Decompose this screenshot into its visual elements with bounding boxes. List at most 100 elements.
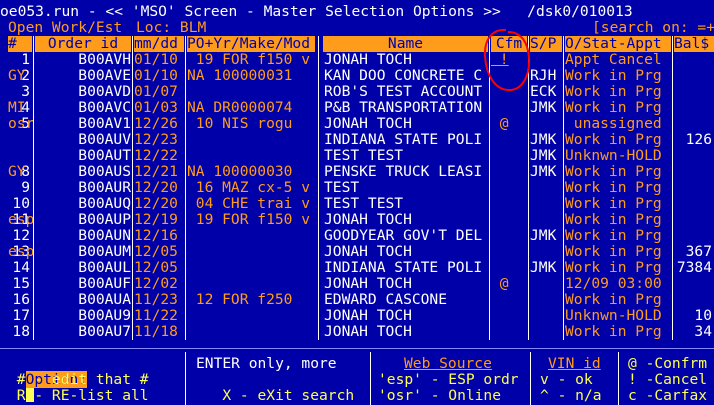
- po-vehicle: 12 FOR f250: [187, 292, 293, 308]
- customer-name: GOODYEAR GOV'T DEL: [324, 228, 483, 244]
- balance: [674, 52, 712, 68]
- table-row[interactable]: 15 B00AUF 12/02 JONAH TOCH @12/09 03:00: [0, 276, 714, 292]
- confirm-flag: [491, 228, 527, 244]
- search-indicator: [search on: =+: [592, 20, 714, 36]
- salesperson: [530, 292, 562, 308]
- salesperson: JMK: [530, 228, 557, 244]
- salesperson: [530, 244, 562, 260]
- column-divider: [528, 36, 529, 340]
- table-row[interactable]: 10 B00AUQ 12/20 04 CHE trai v TEST TEST Work…: [0, 196, 714, 212]
- footer-column-divider: [370, 352, 371, 405]
- web-esp-hint: 'esp' - ESP ordr: [378, 371, 519, 388]
- salesperson: [530, 308, 562, 324]
- balance: [674, 84, 712, 100]
- order-status: Work in Prg: [565, 212, 662, 228]
- row-flag: [8, 260, 34, 276]
- order-date: 12/22: [134, 148, 178, 164]
- table-row[interactable]: 17 B00AU9 11/22 JONAH TOCH Unknwn-HOLD 10: [0, 308, 714, 324]
- table-row[interactable]: 13 esp B00AUM 12/05 JONAH TOCH Work in Prg 367: [0, 244, 714, 260]
- po-vehicle: [187, 260, 317, 276]
- customer-name: P&B TRANSPORTATION: [324, 100, 483, 116]
- order-date: 12/26: [134, 116, 178, 132]
- order-id: B00AU9: [78, 308, 131, 324]
- legend-carfax: c -Carfax: [628, 387, 708, 404]
- table-row[interactable]: 8 GY B00AUS 12/21 NA 100000030 PENSKE TRUCK L…: [0, 164, 714, 180]
- customer-name: TEST: [324, 180, 360, 196]
- table-row[interactable]: 11 esp B00AUP 12/19 19 FOR f150 v JONAH TOCH…: [0, 212, 714, 228]
- customer-name: TEST TEST: [324, 148, 404, 164]
- order-date: 12/05: [134, 260, 178, 276]
- balance: [674, 148, 712, 164]
- balance: [674, 228, 712, 244]
- balance: [674, 212, 712, 228]
- po-vehicle: [187, 324, 317, 340]
- salesperson: JMK: [530, 260, 557, 276]
- row-flag: [8, 52, 34, 68]
- order-id: B00AUV: [78, 132, 131, 148]
- order-status: Work in Prg: [565, 100, 662, 116]
- confirm-flag: [491, 244, 527, 260]
- order-status: Work in Prg: [565, 244, 662, 260]
- table-row[interactable]: 3 B00AVD 01/07 ROB'S TEST ACCOUNT ECK Work in…: [0, 84, 714, 100]
- salesperson: [530, 180, 562, 196]
- balance: [674, 276, 712, 292]
- salesperson: [530, 116, 562, 132]
- order-id: B00AUR: [78, 180, 131, 196]
- table-row[interactable]: B00AUT 12/22 TEST TEST JMK Unknwn-HOLD: [0, 148, 714, 164]
- salesperson: JMK: [530, 164, 557, 180]
- order-date: 01/03: [134, 100, 178, 116]
- balance: [674, 68, 712, 84]
- row-flag: [8, 276, 34, 292]
- header-date: mm/dd: [134, 36, 184, 52]
- footer-column-divider: [530, 352, 531, 405]
- salesperson: JMK: [530, 148, 557, 164]
- po-vehicle: 04 CHE trai v: [187, 196, 311, 212]
- salesperson: ECK: [530, 84, 557, 100]
- column-divider: [563, 36, 564, 340]
- location: Loc: BLM: [136, 20, 207, 36]
- enter-hint: ENTER only, more: [196, 355, 337, 372]
- header-number: #: [8, 36, 32, 52]
- order-date: 12/20: [134, 180, 178, 196]
- column-divider: [33, 36, 34, 340]
- order-status: unassigned: [565, 116, 662, 132]
- order-status: Unknwn-HOLD: [565, 308, 662, 324]
- balance: [674, 164, 712, 180]
- order-status: Work in Prg: [565, 292, 662, 308]
- table-row[interactable]: 12 B00AUN 12/16 GOODYEAR GOV'T DEL JMK Work i…: [0, 228, 714, 244]
- order-status: Unknwn-HOLD: [565, 148, 662, 164]
- confirm-flag: @: [491, 276, 509, 292]
- table-row[interactable]: 5 osr B00AV1 12/26 10 NIS rogu JONAH TOCH @ …: [0, 116, 714, 132]
- confirm-flag: [491, 84, 527, 100]
- option-prompt[interactable]: Option:: [8, 356, 88, 402]
- order-id: B00AUA: [78, 292, 131, 308]
- header-cfm: Cfm: [491, 36, 527, 52]
- customer-name: EDWARD CASCONE: [324, 292, 448, 308]
- table-row[interactable]: 18 B00AU7 11/18 JONAH TOCH Work in Prg 34: [0, 324, 714, 340]
- table-row[interactable]: 9 B00AUR 12/20 16 MAZ cx-5 v TEST Work in Pr…: [0, 180, 714, 196]
- salesperson: [530, 212, 562, 228]
- order-status: 12/09 03:00: [565, 276, 662, 292]
- row-flag: [8, 308, 34, 324]
- order-status: Work in Prg: [565, 68, 662, 84]
- customer-name: INDIANA STATE POLI: [324, 132, 483, 148]
- order-status: Work in Prg: [565, 196, 662, 212]
- table-row[interactable]: 2 GY B00AVE 01/10 NA 100000031 KAN DOO CONCRE…: [0, 68, 714, 84]
- table-row[interactable]: B00AUV 12/23 INDIANA STATE POLI JMK Work in …: [0, 132, 714, 148]
- table-row[interactable]: 14 B00AUL 12/05 INDIANA STATE POLI JMK Work i…: [0, 260, 714, 276]
- table-row[interactable]: 16 B00AUA 11/23 12 FOR f250 EDWARD CASCONE W…: [0, 292, 714, 308]
- order-id: B00AV1: [78, 116, 131, 132]
- po-vehicle: 10 NIS rogu: [187, 116, 293, 132]
- header-po: PO+Yr/Make/Mod: [187, 36, 315, 52]
- po-vehicle: [187, 276, 317, 292]
- customer-name: ROB'S TEST ACCOUNT: [324, 84, 483, 100]
- balance: 10: [694, 308, 712, 324]
- order-id: B00AUM: [78, 244, 131, 260]
- row-flag: [8, 132, 34, 148]
- table-row[interactable]: 1 B00AVH 01/10 19 FOR f150 v JONAH TOCH ! Ap…: [0, 52, 714, 68]
- vin-id-title: VIN id: [548, 355, 601, 372]
- customer-name: JONAH TOCH: [324, 324, 412, 340]
- table-row[interactable]: 4 MI B00AVC 01/03 NA DR0000074 P&B TRANSPORTA…: [0, 100, 714, 116]
- window-title: oe053.run - << 'MSO' Screen - Master Sel…: [0, 3, 633, 20]
- row-flag: esp: [8, 244, 34, 260]
